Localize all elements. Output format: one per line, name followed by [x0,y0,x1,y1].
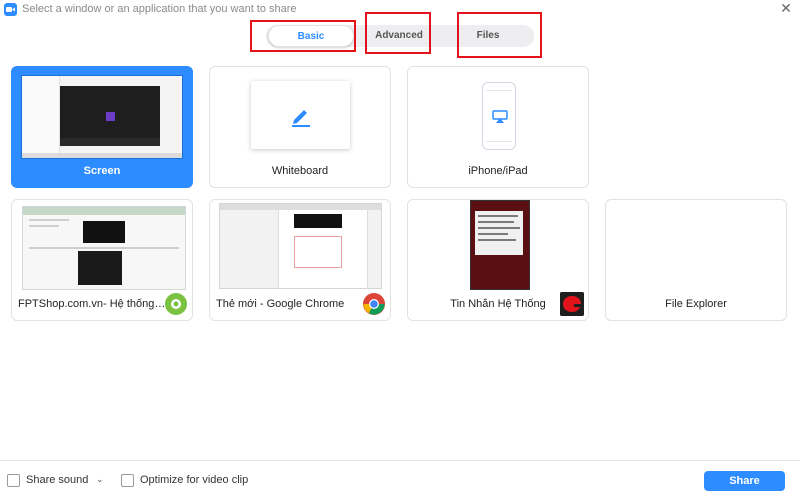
phone-illustration [482,82,516,150]
whiteboard-sheet [251,81,350,149]
optimize-video-label: Optimize for video clip [140,474,249,486]
chevron-down-icon[interactable]: ⌄ [96,474,104,485]
optimize-video-checkbox[interactable] [121,474,134,487]
source-label: Whiteboard [271,165,329,177]
source-card-iphone-ipad[interactable]: iPhone/iPad [407,66,589,188]
share-sound-checkbox[interactable] [7,474,20,487]
garena-icon [560,292,584,316]
share-sound-label: Share sound [26,474,89,486]
source-label: iPhone/iPad [468,165,528,177]
screen-thumbnail [21,75,183,159]
share-tabs: Basic Advanced Files [266,25,534,47]
title-bar: Select a window or an application that y… [0,0,800,18]
tab-basic[interactable]: Basic [268,25,354,47]
source-card-chrome[interactable]: Thẻ mới - Google Chrome [209,199,391,321]
zoom-app-icon [4,3,17,16]
source-card-screen[interactable]: Screen [11,66,193,188]
source-label: File Explorer [665,298,727,310]
coc-coc-browser-icon [165,293,187,315]
window-thumbnail [470,200,530,290]
source-card-tin-nhan[interactable]: Tin Nhắn Hệ Thống [407,199,589,321]
share-button[interactable]: Share [704,471,785,491]
airplay-icon [492,110,508,123]
source-label: Screen [83,165,121,177]
source-card-whiteboard[interactable]: Whiteboard [209,66,391,188]
tab-advanced[interactable]: Advanced [356,25,442,47]
pen-icon [292,110,310,127]
window-title: Select a window or an application that y… [22,3,297,15]
window-thumbnail [219,203,382,289]
source-card-file-explorer[interactable]: File Explorer [605,199,787,321]
tab-files[interactable]: Files [444,25,532,47]
footer-bar: Share sound ⌄ Optimize for video clip Sh… [0,460,800,497]
window-thumbnail [22,206,186,290]
close-icon[interactable]: ✕ [778,0,794,16]
chrome-icon [363,293,385,315]
source-card-fptshop[interactable]: FPTShop.com.vn- Hệ thống quả... [11,199,193,321]
